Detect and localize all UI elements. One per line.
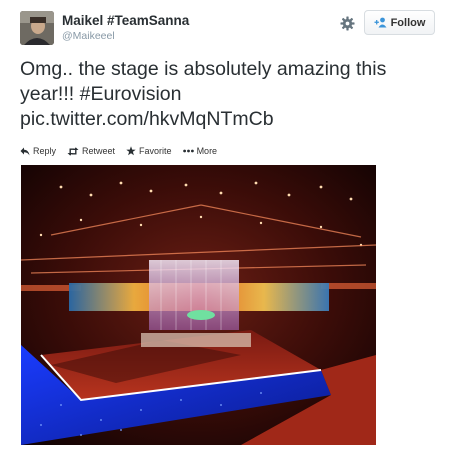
favorite-action[interactable]: Favorite xyxy=(126,146,172,156)
author-handle[interactable]: @Maikeeel xyxy=(62,30,115,42)
avatar[interactable] xyxy=(20,11,54,45)
reply-action[interactable]: Reply xyxy=(20,146,56,156)
follow-button[interactable]: Follow xyxy=(364,10,435,35)
retweet-icon xyxy=(67,146,79,156)
more-action[interactable]: More xyxy=(182,146,218,156)
tweet-photo[interactable] xyxy=(21,165,376,445)
star-icon xyxy=(126,146,136,156)
tweet-text-line-2[interactable]: year!!! #Eurovision xyxy=(20,82,440,107)
retweet-label: Retweet xyxy=(82,146,116,156)
gear-icon[interactable] xyxy=(337,13,357,33)
follow-label: Follow xyxy=(390,16,426,29)
stage-photo-image xyxy=(21,165,376,445)
author-display-name[interactable]: Maikel #TeamSanna xyxy=(62,13,189,28)
avatar-image xyxy=(20,11,54,45)
reply-icon xyxy=(20,147,30,156)
add-user-icon xyxy=(374,17,387,28)
retweet-action[interactable]: Retweet xyxy=(67,146,115,156)
reply-label: Reply xyxy=(33,146,57,156)
tweet-actions: Reply Retweet Favorite More xyxy=(20,144,228,158)
more-dots-icon xyxy=(182,149,194,153)
tweet-text: Omg.. the stage is absolutely amazing th… xyxy=(20,57,440,132)
favorite-label: Favorite xyxy=(139,146,172,156)
more-label: More xyxy=(196,146,218,156)
tweet-photo-link[interactable]: pic.twitter.com/hkvMqNTmCb xyxy=(20,107,440,132)
tweet-text-line-1: Omg.. the stage is absolutely amazing th… xyxy=(20,58,387,80)
